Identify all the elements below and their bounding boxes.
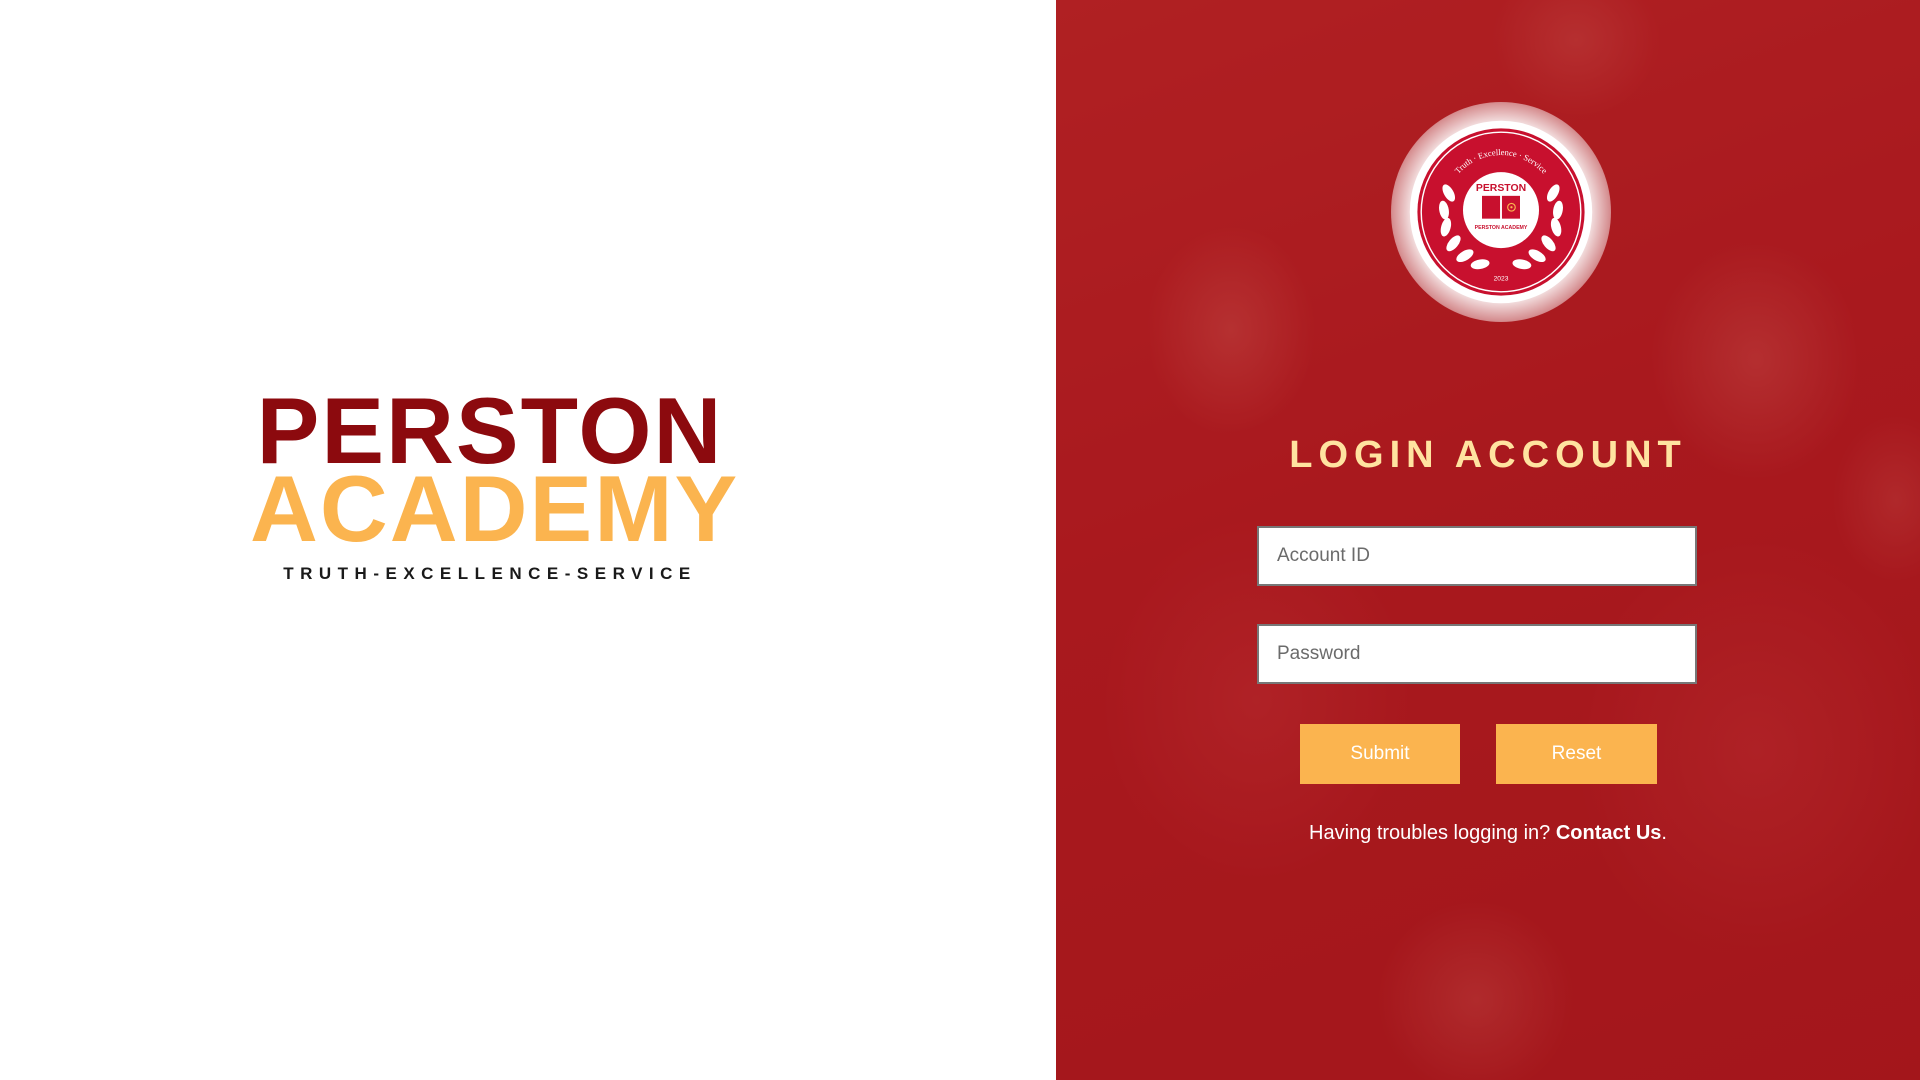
brand-wordmark: PERSTON ACADEMY TRUTH-EXCELLENCE-SERVICE: [250, 384, 740, 584]
login-help: Having troubles logging in? Contact Us.: [1056, 822, 1920, 845]
password-input[interactable]: [1257, 624, 1697, 684]
login-page: PERSTON ACADEMY TRUTH-EXCELLENCE-SERVICE…: [0, 0, 1920, 1080]
reset-button[interactable]: Reset: [1496, 724, 1657, 784]
login-panel: Truth · Excellence · Service PERSTON PER…: [1056, 0, 1920, 1080]
login-content: Truth · Excellence · Service PERSTON PER…: [1056, 0, 1920, 1080]
seal-icon: Truth · Excellence · Service PERSTON PER…: [1409, 120, 1593, 304]
seal-name: PERSTON: [1476, 183, 1526, 194]
brand-tagline: TRUTH-EXCELLENCE-SERVICE: [283, 564, 697, 583]
branding-panel: PERSTON ACADEMY TRUTH-EXCELLENCE-SERVICE: [0, 0, 1056, 1080]
seal-year: 2023: [1494, 275, 1509, 282]
help-suffix: .: [1661, 822, 1667, 844]
contact-us-link[interactable]: Contact Us: [1556, 822, 1662, 844]
help-text: Having troubles logging in?: [1309, 822, 1556, 844]
login-title: LOGIN ACCOUNT: [1289, 434, 1687, 476]
brand-name-line2: ACADEMY: [250, 456, 740, 561]
school-seal-logo: Truth · Excellence · Service PERSTON PER…: [1391, 102, 1611, 322]
account-id-input[interactable]: [1257, 526, 1697, 586]
seal-subname: PERSTON ACADEMY: [1475, 225, 1528, 231]
submit-button[interactable]: Submit: [1300, 724, 1460, 784]
